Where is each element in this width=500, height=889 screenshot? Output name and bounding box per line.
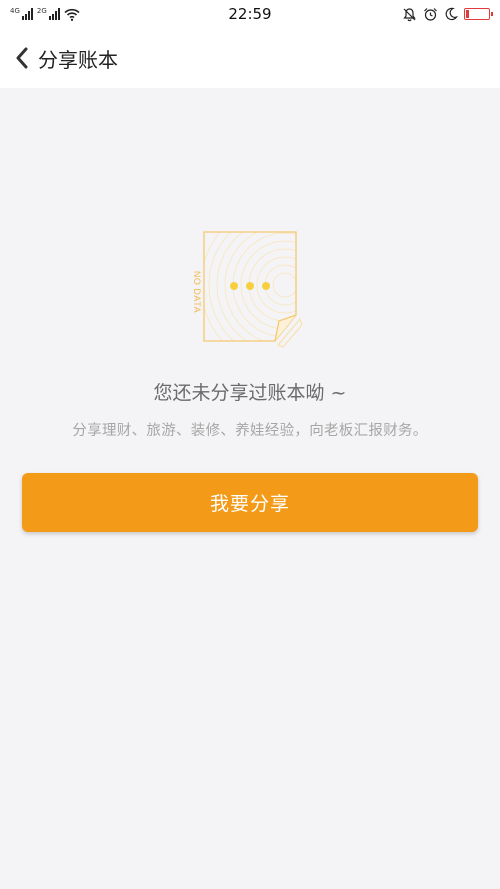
status-bar-right: [402, 7, 493, 22]
chevron-left-icon: [16, 47, 28, 69]
empty-description: 分享理财、旅游、装修、养娃经验，向老板汇报财务。: [72, 423, 428, 439]
alarm-clock-icon: [424, 7, 437, 21]
battery-icon: [464, 8, 493, 20]
sim1-signal-icon: 4G: [10, 8, 33, 20]
page-title: 分享账本: [38, 47, 118, 72]
share-button[interactable]: 我要分享: [22, 473, 478, 532]
sim1-network-label: 4G: [10, 7, 20, 15]
dot-2: [246, 282, 254, 290]
battery-level: [466, 10, 469, 18]
no-data-illustration: NO DATA: [192, 231, 303, 348]
dot-1: [230, 282, 238, 290]
sim2-network-label: 2G: [36, 7, 47, 15]
status-bar: 4G 2G 22:59: [0, 0, 500, 28]
sim2-signal-icon: 2G: [37, 8, 60, 20]
empty-message: 您还未分享过账本呦 ~: [153, 382, 347, 404]
dot-3: [262, 282, 270, 290]
texture-lines: [204, 232, 296, 341]
status-bar-left: 4G 2G: [10, 8, 80, 21]
wifi-icon: [64, 8, 80, 21]
mute-bell-icon: [403, 7, 416, 21]
header: 分享账本: [0, 28, 500, 88]
no-data-label: NO DATA: [192, 271, 202, 313]
back-button[interactable]: [2, 28, 42, 88]
do-not-disturb-moon-icon: [445, 7, 458, 21]
